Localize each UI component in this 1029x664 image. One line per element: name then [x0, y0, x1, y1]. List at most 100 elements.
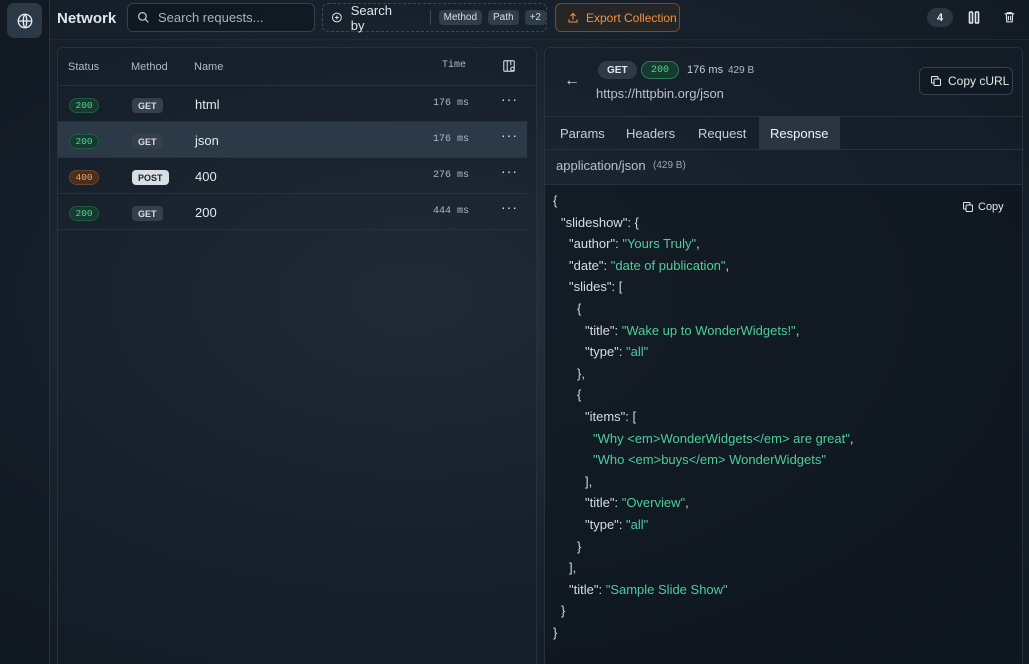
- json-value: "Why <em>WonderWidgets</em> are great": [593, 430, 850, 446]
- json-line: },: [577, 366, 585, 381]
- status-badge: 200: [69, 134, 99, 149]
- column-header-status[interactable]: Status: [68, 61, 99, 73]
- filter-chip-more[interactable]: +2: [524, 10, 546, 25]
- filter-chip-method[interactable]: Method: [438, 10, 483, 25]
- json-punctuation: : [: [611, 279, 623, 295]
- detail-size: 429 B: [728, 65, 755, 76]
- clear-button[interactable]: [1001, 9, 1017, 25]
- json-key: "type": [585, 344, 619, 360]
- pause-button[interactable]: [966, 9, 982, 25]
- columns-settings-icon[interactable]: [502, 59, 516, 73]
- request-time: 176 ms: [433, 98, 470, 109]
- json-punctuation: }: [553, 625, 558, 640]
- json-line: {: [553, 193, 557, 208]
- json-punctuation: }: [561, 603, 566, 619]
- filter-chip-path[interactable]: Path: [488, 10, 519, 25]
- tab-params[interactable]: Params: [549, 117, 616, 150]
- search-icon: [138, 12, 149, 23]
- tab-response[interactable]: Response: [759, 117, 840, 150]
- tab-request[interactable]: Request: [687, 117, 757, 150]
- json-line: }: [553, 625, 557, 640]
- back-arrow-icon[interactable]: ←: [564, 72, 580, 90]
- json-value: "all": [626, 344, 649, 360]
- json-punctuation: ,: [696, 236, 700, 252]
- copy-icon: [931, 76, 941, 86]
- table-row[interactable]: 400 POST 400 276 ms ···: [58, 158, 527, 194]
- request-name: 200: [195, 205, 217, 220]
- tab-headers[interactable]: Headers: [615, 117, 686, 150]
- more-icon[interactable]: ···: [501, 91, 518, 107]
- json-punctuation: ],: [569, 560, 577, 576]
- status-badge: 400: [69, 170, 99, 185]
- json-line: }: [577, 539, 581, 554]
- status-badge: 200: [69, 98, 99, 113]
- json-line: }: [561, 603, 565, 618]
- search-by-label: Search by: [350, 2, 392, 33]
- json-key: "slides": [569, 279, 612, 295]
- json-key: "items": [585, 409, 626, 424]
- json-line: "type": "all": [585, 517, 649, 532]
- request-name: json: [195, 133, 219, 148]
- json-punctuation: {: [553, 193, 558, 208]
- json-punctuation: {: [577, 387, 582, 403]
- table-row[interactable]: 200 GET 200 444 ms ···: [58, 194, 527, 230]
- request-name: html: [195, 97, 220, 112]
- column-header-time[interactable]: Time: [442, 60, 466, 71]
- more-icon[interactable]: ···: [501, 127, 518, 143]
- json-line: {: [577, 301, 581, 316]
- search-by-filter[interactable]: Search by Method Path +2: [322, 2, 547, 33]
- json-key: "author": [569, 236, 616, 252]
- column-header-name[interactable]: Name: [194, 61, 223, 73]
- response-body[interactable]: Copy {"slideshow": {"author": "Yours Tru…: [545, 184, 1022, 664]
- globe-icon: [17, 13, 32, 28]
- json-line: "title": "Wake up to WonderWidgets!",: [585, 322, 800, 338]
- json-punctuation: {: [577, 301, 582, 316]
- page-title: Network: [57, 10, 117, 27]
- json-punctuation: }: [577, 538, 582, 554]
- export-collection-button[interactable]: Export Collection: [555, 3, 680, 32]
- copy-curl-label: Copy cURL: [948, 74, 1010, 88]
- json-key: "slideshow": [561, 214, 628, 230]
- request-detail-panel: ← GET 200 176 ms 429 B https://httpbin.o…: [544, 47, 1023, 664]
- json-line: "slideshow": {: [561, 215, 639, 230]
- json-value: "Overview": [621, 495, 686, 511]
- json-value: "Sample Slide Show": [605, 581, 728, 597]
- content-type: application/json: [556, 158, 646, 173]
- json-line: "Why <em>WonderWidgets</em> are great",: [593, 431, 853, 446]
- json-value: "Yours Truly": [622, 236, 697, 252]
- add-circle-icon: [331, 12, 342, 23]
- detail-tabs: Params Headers Request Response: [545, 116, 1022, 150]
- json-line: "items": [: [585, 409, 636, 424]
- copy-curl-button[interactable]: Copy cURL: [919, 67, 1013, 95]
- pause-icon: [968, 10, 980, 24]
- json-punctuation: : {: [627, 214, 639, 230]
- search-input[interactable]: [158, 10, 308, 25]
- json-key: "title": [569, 581, 599, 597]
- json-punctuation: ],: [585, 473, 593, 489]
- top-bar: Network Search by Method Path +2 Export …: [50, 0, 1029, 40]
- search-box[interactable]: [127, 3, 315, 32]
- status-badge: 200: [69, 206, 99, 221]
- json-key: "title": [585, 495, 615, 511]
- json-line: "title": "Overview",: [585, 495, 689, 511]
- method-badge: GET: [132, 134, 163, 149]
- column-header-method[interactable]: Method: [131, 61, 168, 73]
- table-row[interactable]: 200 GET html 176 ms ···: [58, 86, 527, 122]
- copy-label: Copy: [978, 201, 1004, 213]
- detail-time: 176 ms: [687, 64, 724, 76]
- json-punctuation: ,: [849, 430, 854, 446]
- copy-icon: [963, 202, 973, 212]
- json-value: "Wake up to WonderWidgets!": [621, 322, 796, 338]
- table-row[interactable]: 200 GET json 176 ms ···: [58, 122, 527, 158]
- upload-icon: [568, 12, 578, 23]
- more-icon[interactable]: ···: [501, 163, 518, 179]
- trash-icon: [1004, 12, 1014, 23]
- request-time: 444 ms: [433, 206, 470, 217]
- request-name: 400: [195, 169, 217, 184]
- json-punctuation: },: [577, 365, 585, 381]
- network-nav-button[interactable]: [7, 3, 42, 38]
- json-line: "type": "all": [585, 344, 649, 360]
- more-icon[interactable]: ···: [501, 199, 518, 215]
- copy-response-button[interactable]: Copy: [962, 201, 1004, 213]
- json-line: "title": "Sample Slide Show": [569, 581, 728, 597]
